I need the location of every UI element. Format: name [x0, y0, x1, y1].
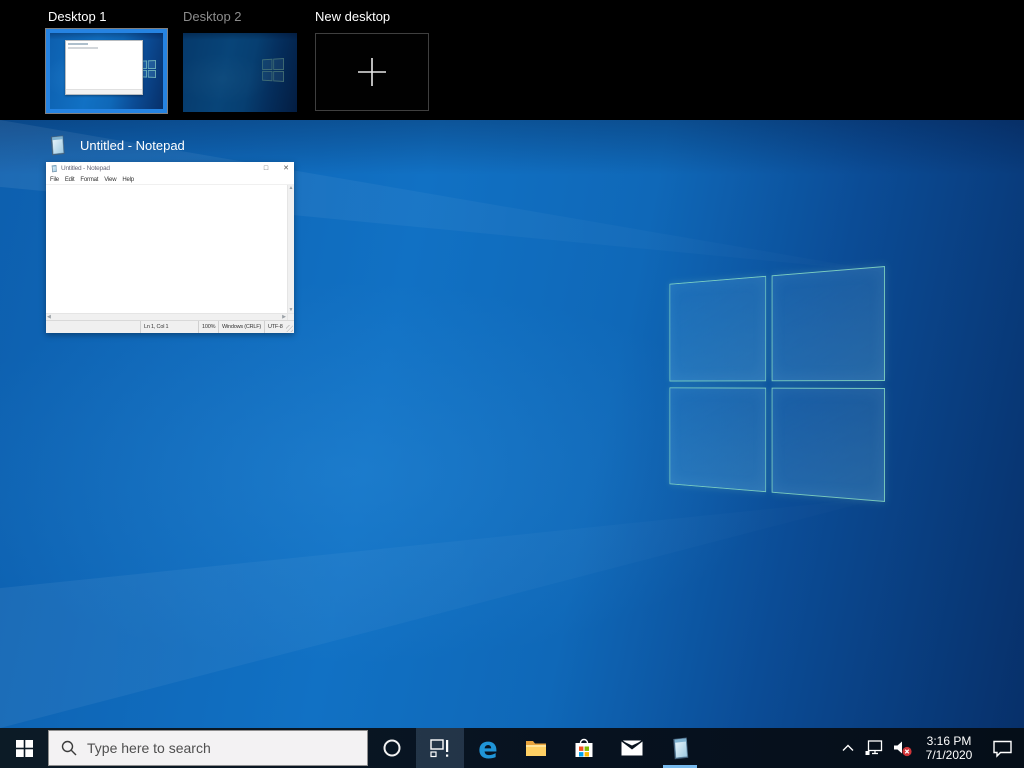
- window-preview-label: Untitled - Notepad: [46, 132, 185, 158]
- maximize-icon: □: [264, 165, 268, 172]
- taskbar-clock[interactable]: 3:16 PM 7/1/2020: [918, 728, 980, 768]
- horizontal-scrollbar: ◀▶: [46, 313, 287, 320]
- notepad-title-text: Untitled - Notepad: [61, 165, 110, 172]
- resize-grip: [286, 325, 293, 332]
- desktop-1-label: Desktop 1: [48, 9, 107, 24]
- notepad-icon: [46, 133, 68, 157]
- tray-date: 7/1/2020: [926, 748, 973, 762]
- taskbar-spacer: [704, 728, 836, 768]
- edge-icon: e: [478, 734, 498, 763]
- scrollbar-corner: [287, 313, 294, 320]
- vertical-scrollbar: ▲▼: [287, 185, 294, 313]
- mail-icon: [621, 740, 643, 756]
- menu-help: Help: [122, 177, 134, 183]
- notepad-titlebar: Untitled - Notepad □ ✕: [46, 162, 294, 175]
- file-explorer-icon: [525, 739, 547, 757]
- taskbar-search[interactable]: [48, 730, 368, 766]
- notepad-icon: [50, 164, 58, 173]
- mail-button[interactable]: [608, 728, 656, 768]
- cortana-button[interactable]: [368, 728, 416, 768]
- notepad-statusbar: Ln 1, Col 1 100% Windows (CRLF) UTF-8: [46, 320, 294, 333]
- action-center-icon: [992, 739, 1013, 758]
- start-button[interactable]: [0, 728, 48, 768]
- tray-chevron-button[interactable]: [836, 728, 860, 768]
- task-view-button[interactable]: [416, 728, 464, 768]
- network-tray-button[interactable]: [860, 728, 888, 768]
- taskbar: e: [0, 728, 1024, 768]
- task-view-icon: [430, 738, 450, 758]
- chevron-up-icon: [842, 744, 854, 752]
- status-line-ending: Windows (CRLF): [218, 321, 264, 333]
- plus-icon: [355, 55, 389, 89]
- tray-time: 3:16 PM: [927, 734, 972, 748]
- status-zoom: 100%: [198, 321, 218, 333]
- volume-tray-button[interactable]: [888, 728, 918, 768]
- notepad-icon: [668, 735, 692, 761]
- desktop-1-wallpaper: [50, 33, 163, 109]
- network-icon: [865, 740, 883, 756]
- notepad-menubar: File Edit Format View Help: [46, 175, 294, 185]
- store-icon: [574, 737, 594, 759]
- windows-start-icon: [16, 740, 33, 757]
- cortana-icon: [382, 738, 402, 758]
- menu-format: Format: [80, 177, 98, 183]
- desktop-2-wallpaper: [183, 33, 297, 112]
- new-desktop-button[interactable]: [315, 33, 429, 111]
- task-view-header: Desktop 1 Desktop 2 New desktop: [0, 0, 1024, 120]
- new-desktop-label: New desktop: [315, 9, 390, 24]
- file-explorer-button[interactable]: [512, 728, 560, 768]
- desktop-2-thumbnail[interactable]: [183, 33, 297, 112]
- notepad-window-thumbnail[interactable]: Untitled - Notepad □ ✕ File Edit Format …: [46, 162, 294, 333]
- menu-edit: Edit: [65, 177, 75, 183]
- notepad-taskbar-button[interactable]: [656, 728, 704, 768]
- windows-logo-wallpaper: [670, 266, 885, 502]
- volume-muted-icon: [893, 740, 913, 757]
- notepad-text-area: [46, 185, 287, 313]
- windows-logo-mini: [262, 58, 284, 82]
- notepad-mini-window: [65, 40, 143, 95]
- action-center-button[interactable]: [980, 728, 1024, 768]
- edge-button[interactable]: e: [464, 728, 512, 768]
- window-preview-title: Untitled - Notepad: [80, 138, 185, 153]
- close-icon: ✕: [283, 165, 289, 172]
- menu-view: View: [104, 177, 116, 183]
- desktop-2-label: Desktop 2: [183, 9, 242, 24]
- store-button[interactable]: [560, 728, 608, 768]
- search-icon: [61, 740, 77, 756]
- menu-file: File: [50, 177, 59, 183]
- desktop-background[interactable]: Untitled - Notepad Untitled - Notepad □ …: [0, 120, 1024, 728]
- desktop-1-thumbnail[interactable]: [46, 29, 167, 113]
- status-cursor-position: Ln 1, Col 1: [140, 321, 198, 333]
- search-input[interactable]: [87, 740, 367, 756]
